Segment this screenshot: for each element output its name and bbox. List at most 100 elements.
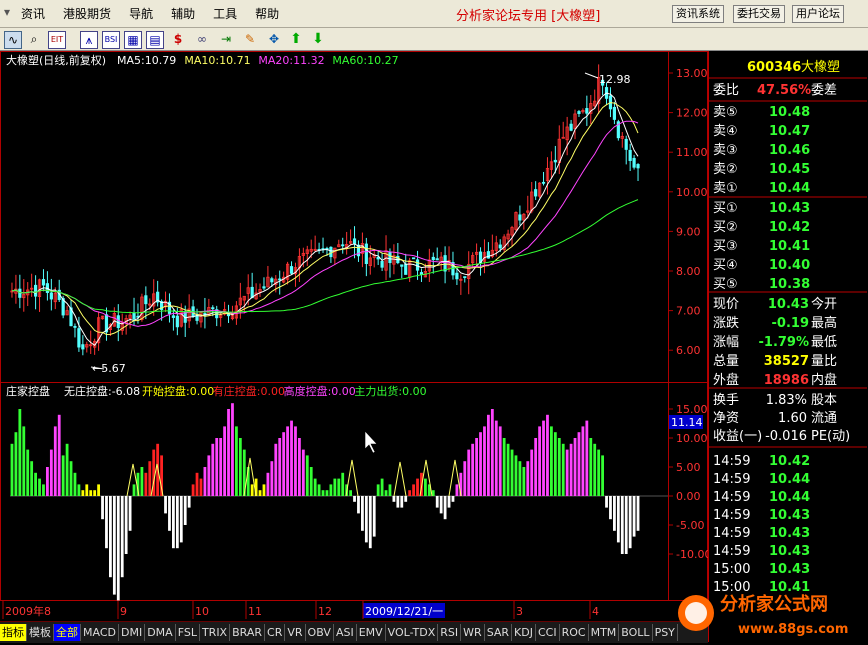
candle-body: [33, 284, 38, 297]
indicator-bar: [384, 490, 388, 496]
menu-item-nav[interactable]: 导航: [120, 5, 162, 22]
candle-body: [569, 123, 573, 131]
indicator-tab-模板[interactable]: 模板: [27, 624, 54, 641]
zoom-icon[interactable]: ⌕: [26, 31, 42, 47]
indicator-tab-roc[interactable]: ROC: [560, 624, 589, 641]
indicator-tab-vol-tdx[interactable]: VOL-TDX: [386, 624, 439, 641]
high-pointer: [584, 72, 599, 79]
indicator-tab-brar[interactable]: BRAR: [230, 624, 266, 641]
ma10-line: [11, 102, 639, 336]
indicator-bar: [38, 478, 41, 496]
indicator-bar: [597, 449, 601, 496]
pencil-icon[interactable]: ✎: [242, 31, 258, 47]
bsi-icon[interactable]: BSI: [102, 31, 120, 49]
indicator-bar: [609, 496, 612, 520]
indicator-bar: [49, 449, 53, 496]
bid-label: 买④: [713, 258, 738, 273]
menu-item-tools[interactable]: 工具: [204, 5, 246, 22]
x-tick-label: 10: [195, 605, 209, 618]
ma20-line: [11, 120, 639, 327]
indicator-bar: [569, 443, 573, 496]
exit-icon[interactable]: EIT: [48, 31, 66, 49]
chart-area[interactable]: 大橡塑(日线,前复权) MA5:10.79 MA10:10.71 MA20:11.32…: [0, 51, 708, 621]
menu-item-help[interactable]: 帮助: [246, 5, 288, 22]
indicator-bar: [510, 449, 514, 496]
indicator-tab-asi[interactable]: ASI: [334, 624, 357, 641]
up-arrow-icon[interactable]: ⬆: [288, 31, 304, 47]
indicator-bar: [57, 414, 61, 496]
indicator-tab-bar: 指标 模板 全部 MACD DMI DMA FSL TRIX BRAR CR VR OBV ASI EMV…: [0, 621, 708, 643]
indicator-bar: [116, 496, 120, 601]
ma-label-1: MA10:10.71: [184, 54, 250, 67]
indicator-tab-dmi[interactable]: DMI: [119, 624, 146, 641]
tick-price: 10.44: [769, 472, 810, 487]
indicator-bar: [542, 420, 545, 496]
menu-item-assist[interactable]: 辅助: [162, 5, 204, 22]
indicator-bar: [325, 490, 329, 496]
menu-item-news[interactable]: 资讯: [12, 5, 54, 22]
trade-button[interactable]: 委托交易: [733, 5, 785, 23]
candle-body: [262, 286, 266, 289]
start-control-spike: [448, 459, 462, 497]
indicator-tab-cr[interactable]: CR: [265, 624, 286, 641]
price-tick-label: 13.00: [676, 67, 708, 80]
indicator-tab-boll[interactable]: BOLL: [619, 624, 653, 641]
indicator-bar: [140, 467, 144, 496]
indicator-tab-指标[interactable]: 指标: [0, 624, 27, 641]
x-tick-label: 11: [248, 605, 262, 618]
candle-body: [73, 326, 77, 328]
indicator-tab-emv[interactable]: EMV: [357, 624, 386, 641]
indicator-bar: [14, 432, 18, 496]
export-icon[interactable]: ⇥: [218, 31, 234, 47]
bid-price: 10.40: [769, 258, 810, 273]
indicator-tab-kdj[interactable]: KDJ: [512, 624, 536, 641]
indicator-tab-obv[interactable]: OBV: [306, 624, 334, 641]
indicator-bar: [42, 484, 45, 496]
kline-chart-svg[interactable]: 大橡塑(日线,前复权) MA5:10.79 MA10:10.71 MA20:11.32…: [0, 51, 708, 621]
high-label: 12.98: [599, 73, 631, 86]
brand-title: 分析家论坛专用 [大橡塑]: [456, 9, 601, 24]
stock-code: 600346: [747, 60, 801, 75]
indicator-bar: [46, 467, 49, 496]
indicator-bar: [368, 496, 372, 549]
indicator-tab-macd[interactable]: MACD: [81, 624, 119, 641]
indicator-tab-cci[interactable]: CCI: [536, 624, 560, 641]
indicator-tab-wr[interactable]: WR: [461, 624, 485, 641]
grid-icon[interactable]: ▤: [146, 31, 164, 49]
fund-right-label: 股本: [811, 393, 837, 408]
kline-icon[interactable]: ⩚: [80, 31, 98, 49]
indicator-bar: [183, 496, 187, 525]
indicator-tab-rsi[interactable]: RSI: [438, 624, 462, 641]
chart-icon[interactable]: ∿: [4, 31, 22, 49]
candle-body: [541, 181, 546, 184]
forum-button[interactable]: 用户论坛: [792, 5, 844, 23]
window-icon[interactable]: ▦: [124, 31, 142, 49]
info-system-button[interactable]: 资讯系统: [672, 5, 724, 23]
menu-item-hk[interactable]: 港股期货: [54, 5, 120, 22]
candle-body: [628, 149, 632, 161]
indicator-bar: [613, 496, 616, 531]
ask-price: 10.46: [769, 143, 810, 158]
indicator-tab-全部[interactable]: 全部: [54, 624, 81, 641]
candle-body: [415, 259, 420, 271]
price-tick-label: 9.00: [676, 225, 701, 238]
app-menu-icon[interactable]: ▾: [2, 5, 12, 22]
candle-body: [211, 307, 215, 310]
down-arrow-icon[interactable]: ⬇: [310, 31, 326, 47]
dollar-icon[interactable]: $: [170, 31, 186, 47]
indicator-tab-vr[interactable]: VR: [285, 624, 306, 641]
x-tick-label: 3: [516, 605, 523, 618]
ind-marker-label: 11.14: [671, 416, 703, 429]
stat-right-label: 量比: [811, 354, 837, 369]
indicator-tab-sar[interactable]: SAR: [485, 624, 513, 641]
indicator-bar: [388, 484, 392, 496]
indicator-tab-fsl[interactable]: FSL: [176, 624, 200, 641]
indicator-bar: [262, 484, 266, 496]
indicator-tab-dma[interactable]: DMA: [145, 624, 176, 641]
move-icon[interactable]: ✥: [266, 31, 282, 47]
indicator-tab-trix[interactable]: TRIX: [200, 624, 231, 641]
indicator-tab-mtm[interactable]: MTM: [589, 624, 620, 641]
indicator-bar: [22, 426, 26, 496]
indicator-bar: [309, 467, 313, 496]
link-icon[interactable]: ∞: [194, 31, 210, 47]
